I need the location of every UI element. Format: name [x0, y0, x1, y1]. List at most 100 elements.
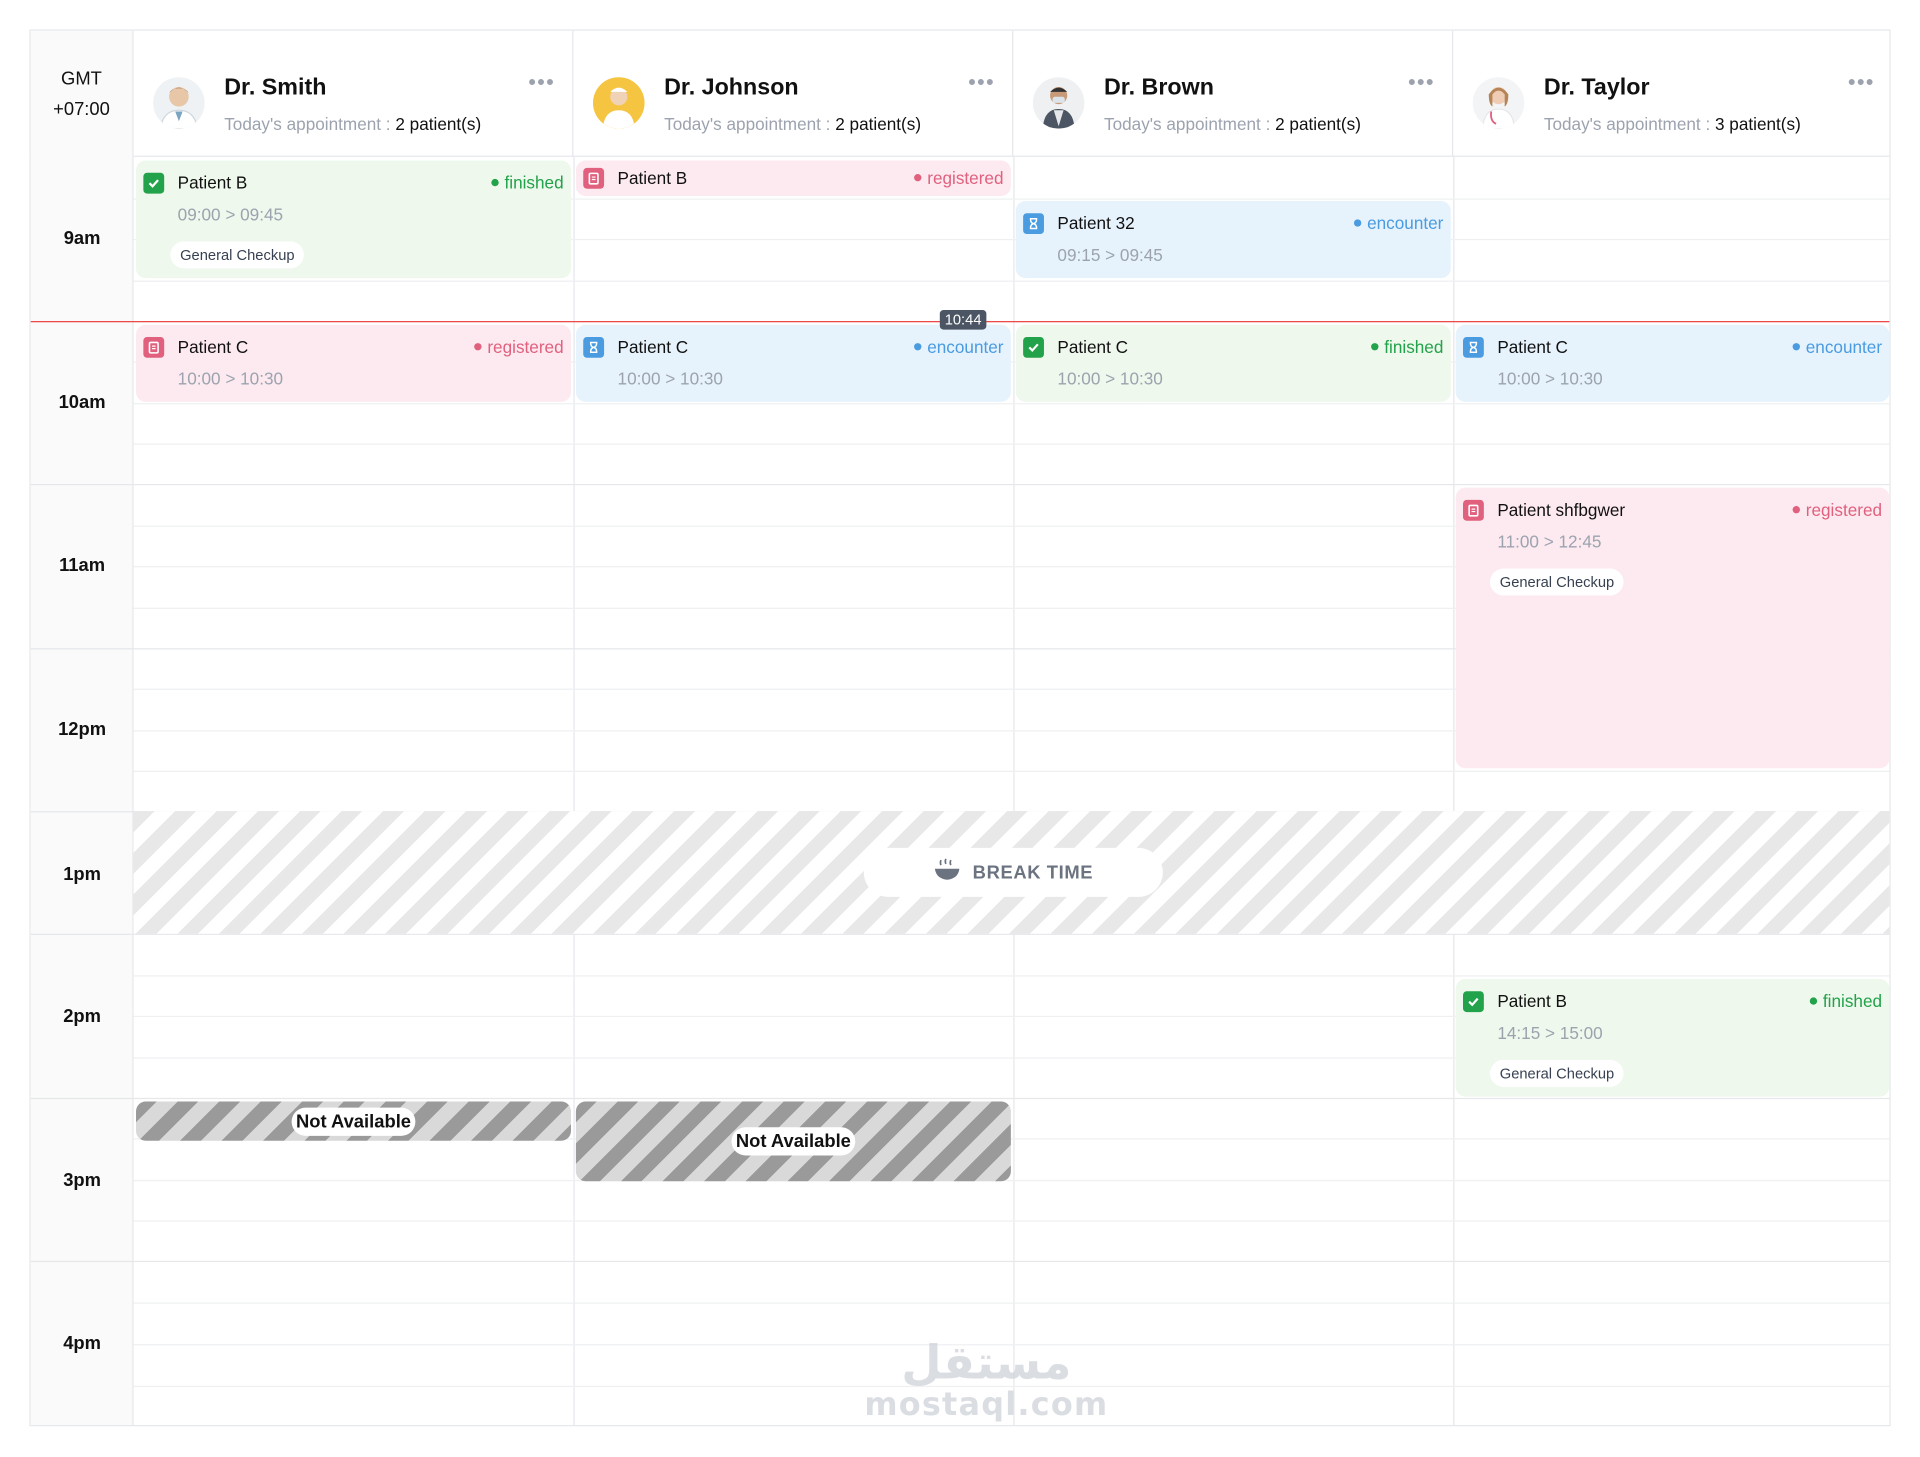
timezone-label: GMT [61, 68, 102, 89]
hour-label: 2pm [63, 1005, 101, 1027]
patient-name: Patient C [1497, 336, 1568, 357]
timezone-cell: GMT +07:00 [30, 30, 134, 157]
status-badge: finished [491, 173, 563, 193]
appointment-card[interactable]: Patient 32 encounter 09:15 > 09:45 [1015, 200, 1451, 279]
doctor-header-johnson: Dr. Johnson Today's appointment : 2 pati… [573, 30, 1014, 157]
slot-divider [133, 1179, 1890, 1182]
watermark-arabic: مستقل [901, 1335, 1072, 1390]
hourglass-icon [1023, 213, 1044, 235]
appointment-time: 14:15 > 15:00 [1497, 1023, 1603, 1043]
patient-name: Patient B [177, 172, 248, 193]
not-available-label: Not Available [291, 1107, 416, 1136]
appointment-label: Today's appointment : [1543, 113, 1711, 134]
calendar-header: GMT +07:00 Dr. Smith Today's appointment… [30, 30, 1890, 157]
more-options-icon[interactable]: ••• [968, 70, 995, 96]
doctor-appointment-summary: Today's appointment : 2 patient(s) [224, 114, 481, 134]
slot-divider [133, 443, 1890, 445]
patient-name: Patient C [177, 336, 249, 357]
appointment-time: 11:00 > 12:45 [1497, 531, 1602, 552]
service-tag: General Checkup [1489, 568, 1625, 596]
appointment-card[interactable]: Patient C encounter 10:00 > 10:30 [1455, 324, 1890, 402]
hour-divider [30, 1260, 1890, 1263]
more-options-icon[interactable]: ••• [1848, 70, 1875, 96]
hour-label: 9am [63, 227, 101, 249]
doctor-appointment-summary: Today's appointment : 3 patient(s) [1544, 114, 1801, 134]
hour-divider [30, 1097, 1890, 1100]
watermark-latin: mostaql.com [864, 1387, 1109, 1424]
doctor-name: Dr. Taylor [1543, 74, 1650, 101]
doctor-name: Dr. Smith [224, 74, 327, 101]
appointment-card[interactable]: Patient C encounter 10:00 > 10:30 [575, 324, 1011, 402]
patient-name: Patient 32 [1057, 213, 1135, 233]
hour-divider [30, 933, 1890, 935]
appointment-time: 10:00 > 10:30 [177, 368, 284, 389]
slot-divider [133, 975, 1890, 977]
current-time-badge: 10:44 [939, 310, 987, 330]
slot-divider [133, 403, 1890, 405]
slot-divider [133, 770, 1890, 772]
avatar [1472, 77, 1525, 129]
appointment-time: 10:00 > 10:30 [617, 368, 723, 389]
appointment-card[interactable]: Patient shfbgwer registered 11:00 > 12:4… [1455, 487, 1890, 769]
appointment-card[interactable]: Patient B registered [575, 160, 1011, 197]
appointment-count: 2 patient(s) [395, 113, 482, 134]
appointment-card[interactable]: Patient C finished 10:00 > 10:30 [1015, 324, 1451, 402]
check-icon [1463, 991, 1484, 1013]
status-badge: finished [1809, 991, 1882, 1011]
more-options-icon[interactable]: ••• [528, 70, 555, 96]
service-tag: General Checkup [170, 241, 305, 269]
status-badge: encounter [1792, 337, 1882, 357]
appointment-card[interactable]: Patient B finished 09:00 > 09:45 General… [136, 160, 571, 279]
patient-name: Patient C [1057, 336, 1129, 357]
appointment-label: Today's appointment : [1103, 113, 1271, 134]
patient-name: Patient B [617, 167, 688, 188]
status-badge: encounter [914, 337, 1003, 357]
bowl-icon [933, 858, 960, 887]
doctor-header-brown: Dr. Brown Today's appointment : 2 patien… [1013, 30, 1454, 157]
appointment-label: Today's appointment : [224, 113, 391, 134]
patient-name: Patient B [1497, 991, 1567, 1011]
avatar [153, 77, 205, 129]
time-column [30, 156, 134, 1426]
doctor-name: Dr. Brown [1103, 74, 1214, 101]
watermark-logo: مستقل mostaql.com [839, 1336, 1133, 1422]
break-time-band: BREAK TIME [133, 811, 1890, 934]
status-badge: encounter [1354, 213, 1443, 233]
slot-divider [133, 1220, 1890, 1222]
timezone-offset: +07:00 [53, 98, 110, 120]
patient-name: Patient C [617, 336, 689, 357]
hourglass-icon [1463, 336, 1484, 358]
doctor-name: Dr. Johnson [664, 74, 799, 101]
appointment-time: 09:15 > 09:45 [1057, 245, 1163, 265]
slot-divider [133, 1302, 1890, 1304]
appointment-count: 3 patient(s) [1714, 113, 1801, 134]
column-divider [573, 156, 575, 1426]
appointment-count: 2 patient(s) [1275, 113, 1361, 134]
service-tag: General Checkup [1489, 1059, 1625, 1087]
doctor-appointment-summary: Today's appointment : 2 patient(s) [664, 114, 921, 134]
calendar: GMT +07:00 Dr. Smith Today's appointment… [29, 29, 1891, 1427]
not-available-block: Not Available [136, 1101, 571, 1141]
appointment-time: 09:00 > 09:45 [177, 204, 284, 225]
status-badge: finished [1371, 337, 1443, 357]
appointment-time: 10:00 > 10:30 [1057, 368, 1163, 389]
check-icon [143, 172, 165, 194]
not-available-block: Not Available [575, 1101, 1011, 1182]
avatar [1032, 77, 1085, 129]
hourglass-icon [583, 336, 605, 358]
hour-divider [30, 483, 1890, 486]
not-available-label: Not Available [730, 1127, 856, 1156]
hour-label: 1pm [63, 863, 101, 885]
clipboard-icon [583, 167, 605, 189]
more-options-icon[interactable]: ••• [1408, 70, 1435, 96]
patient-name: Patient shfbgwer [1497, 499, 1626, 520]
appointment-time: 10:00 > 10:30 [1497, 368, 1603, 389]
doctor-header-taylor: Dr. Taylor Today's appointment : 3 patie… [1453, 31, 1889, 157]
hour-label: 4pm [63, 1333, 101, 1354]
appointment-card[interactable]: Patient B finished 14:15 > 15:00 General… [1455, 979, 1890, 1097]
hour-label: 11am [59, 555, 106, 576]
appointment-card[interactable]: Patient C registered 10:00 > 10:30 [136, 324, 571, 402]
break-time-label: BREAK TIME [863, 847, 1163, 897]
avatar [593, 77, 645, 129]
hour-label: 10am [58, 392, 106, 413]
